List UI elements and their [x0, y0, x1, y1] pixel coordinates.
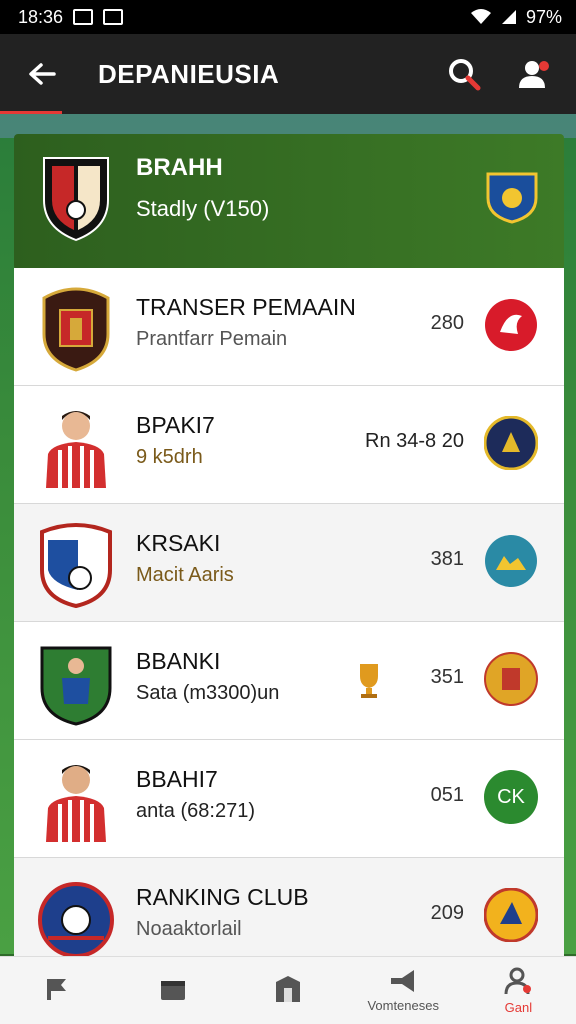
- item-subtitle: Macit Aaris: [136, 564, 234, 586]
- item-subtitle: Noaaktorlail: [136, 918, 242, 940]
- user-icon: [519, 61, 549, 88]
- trophy-icon: [360, 664, 378, 698]
- item-subtitle: Prantfarr Pemain: [136, 328, 288, 350]
- club-list: TRANSER PEMAAIN Prantfarr Pemain 280 BPA…: [14, 268, 564, 958]
- club-badge: CK: [484, 770, 538, 824]
- club-stadium: Stadly (V150): [136, 196, 270, 221]
- list-item[interactable]: BBAHI7 anta (68:271) 051 CK: [14, 740, 564, 858]
- nav-stadium[interactable]: [230, 957, 345, 1024]
- list-item[interactable]: BBANKI Sata (m3300)un 351: [14, 622, 564, 740]
- item-title: BBANKI: [136, 648, 221, 674]
- badge-text: CK: [497, 785, 525, 808]
- club-badge-icon: [485, 299, 537, 351]
- status-bar: 18:36 97%: [0, 0, 576, 34]
- item-title: BBAHI7: [136, 766, 218, 792]
- item-value: 209: [430, 902, 464, 924]
- bottom-navigation: Vomteneses Ganl: [0, 956, 576, 1024]
- stadium-icon: [276, 975, 300, 1002]
- item-title: RANKING CLUB: [136, 884, 309, 910]
- nav-label: Ganl: [504, 1000, 533, 1015]
- back-button[interactable]: [12, 34, 72, 114]
- list-item[interactable]: TRANSER PEMAAIN Prantfarr Pemain 280: [14, 268, 564, 386]
- club-badge-icon: [484, 416, 538, 470]
- item-value: 351: [430, 666, 464, 688]
- item-title: TRANSER PEMAAIN: [136, 294, 356, 320]
- nav-announcements[interactable]: Vomteneses: [346, 957, 461, 1024]
- page-title: DEPANIEUSIA: [98, 58, 280, 89]
- calendar-icon: [160, 980, 185, 1000]
- flag-icon: [46, 978, 66, 1000]
- megaphone-icon: [391, 970, 415, 992]
- arrow-left-icon: [29, 63, 56, 85]
- nav-profile[interactable]: Ganl: [461, 957, 576, 1024]
- club-crest-icon: [43, 157, 109, 242]
- list-item[interactable]: RANKING CLUB Noaaktorlail 209: [14, 858, 564, 958]
- status-bar-right: 97%: [470, 7, 562, 28]
- signal-icon: [501, 10, 516, 24]
- item-subtitle: anta (68:271): [136, 800, 255, 822]
- club-header-card[interactable]: BRAHH Stadly (V150): [14, 134, 564, 270]
- list-item[interactable]: KRSAKI Macit Aaris 381: [14, 504, 564, 622]
- item-title: KRSAKI: [136, 530, 221, 556]
- status-bar-left: 18:36: [18, 6, 124, 28]
- item-subtitle: 9 k5drh: [136, 446, 203, 468]
- player-avatar-icon: [46, 411, 106, 488]
- item-subtitle: Sata (m3300)un: [136, 682, 280, 704]
- search-icon: [449, 59, 481, 91]
- club-badge-icon: [484, 888, 538, 942]
- item-value: 381: [430, 548, 464, 570]
- nav-label: Vomteneses: [367, 998, 439, 1013]
- gallery-notification-icon: [73, 9, 94, 25]
- item-value: 280: [430, 312, 464, 334]
- search-button[interactable]: [436, 46, 492, 102]
- club-crest-icon: [40, 646, 112, 726]
- mail-notification-icon: [103, 9, 124, 25]
- list-item[interactable]: BPAKI7 9 k5drh Rn 34-8 20: [14, 386, 564, 504]
- club-crest-icon: [38, 882, 114, 958]
- app-bar: DEPANIEUSIA: [0, 34, 576, 114]
- user-icon: [504, 967, 532, 995]
- wifi-icon: [470, 9, 491, 24]
- item-value: Rn 34-8 20: [365, 430, 464, 452]
- club-badge-icon: [484, 652, 538, 706]
- club-name: BRAHH: [136, 154, 223, 181]
- player-avatar-icon: [46, 765, 106, 842]
- nav-home[interactable]: [0, 957, 115, 1024]
- battery-percent: 97%: [525, 6, 562, 27]
- league-shield-icon: [486, 172, 538, 224]
- club-crest-icon: [40, 523, 112, 608]
- profile-button[interactable]: [506, 46, 562, 102]
- club-badge-icon: [485, 535, 537, 587]
- nav-calendar[interactable]: [115, 957, 230, 1024]
- status-time: 18:36: [18, 6, 64, 27]
- item-value: 051: [430, 784, 464, 806]
- club-crest-icon: [42, 287, 110, 372]
- item-title: BPAKI7: [136, 412, 215, 438]
